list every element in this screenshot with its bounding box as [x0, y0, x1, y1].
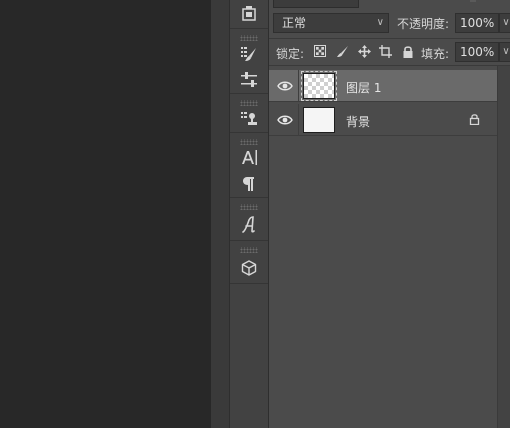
fill-dropdown-button[interactable]: ∨ [499, 42, 510, 62]
fill-label: 填充: [421, 47, 450, 61]
3d-cube-icon[interactable] [230, 253, 268, 283]
opacity-dropdown-button[interactable]: ∨ [499, 13, 510, 33]
opacity-label: 不透明度: [397, 17, 450, 31]
layer-name[interactable]: 图层 1 [346, 79, 381, 96]
lock-transparent-pixels-icon[interactable] [313, 44, 327, 58]
opacity-field[interactable]: 100% [455, 13, 499, 33]
filter-toggle-button[interactable] [470, 0, 476, 2]
panel-icon-strip [229, 0, 269, 428]
panel-tab-strip [269, 0, 510, 8]
chevron-down-icon: ∨ [502, 17, 510, 28]
chevron-down-icon: ∨ [502, 46, 510, 57]
divider [298, 70, 299, 102]
lock-artboard-icon[interactable] [378, 44, 392, 58]
fill-field[interactable]: 100% [455, 42, 499, 62]
layers-scrollbar[interactable] [497, 66, 510, 428]
layer-thumbnail[interactable] [303, 107, 335, 133]
3d-camera-icon[interactable] [230, 0, 268, 28]
layer-row[interactable]: 图层 1 [269, 70, 497, 102]
layer-name[interactable]: 背景 [346, 113, 370, 130]
divider [298, 104, 299, 136]
tool-group-type [230, 133, 268, 198]
tool-group-3d-object [230, 241, 268, 284]
blend-mode-value: 正常 [282, 16, 307, 30]
layer-row[interactable]: 背景 [269, 104, 497, 136]
layers-panel: 正常 ∨ 不透明度: 100% ∨ 锁定: 填充: 100% ∨ 图层 1 背景 [269, 0, 510, 428]
layer-thumbnail[interactable] [301, 71, 337, 101]
tool-group-glyphs [230, 198, 268, 241]
divider [269, 65, 510, 66]
lock-icon[interactable] [469, 113, 480, 128]
chevron-down-icon: ∨ [376, 17, 384, 28]
tool-group-brush [230, 29, 268, 94]
glyphs-icon[interactable] [230, 210, 268, 240]
eye-icon[interactable] [277, 80, 293, 92]
panel-dock-gap [211, 0, 229, 428]
tool-group-clone [230, 94, 268, 133]
character-icon[interactable] [230, 145, 268, 171]
lock-position-icon[interactable] [357, 44, 371, 58]
lock-label: 锁定: [276, 47, 305, 61]
blend-mode-select[interactable]: 正常 ∨ [273, 13, 389, 33]
adjust-sliders-icon[interactable] [230, 67, 268, 93]
tool-group-3d [230, 0, 268, 29]
layer-filter-select[interactable] [273, 0, 359, 8]
lock-all-icon[interactable] [401, 44, 415, 58]
clone-source-icon[interactable] [230, 106, 268, 132]
document-canvas-area[interactable] [0, 0, 211, 428]
brush-presets-icon[interactable] [230, 41, 268, 67]
eye-icon[interactable] [277, 114, 293, 126]
paragraph-icon[interactable] [230, 171, 268, 197]
lock-image-pixels-icon[interactable] [335, 44, 349, 58]
divider [269, 38, 510, 39]
